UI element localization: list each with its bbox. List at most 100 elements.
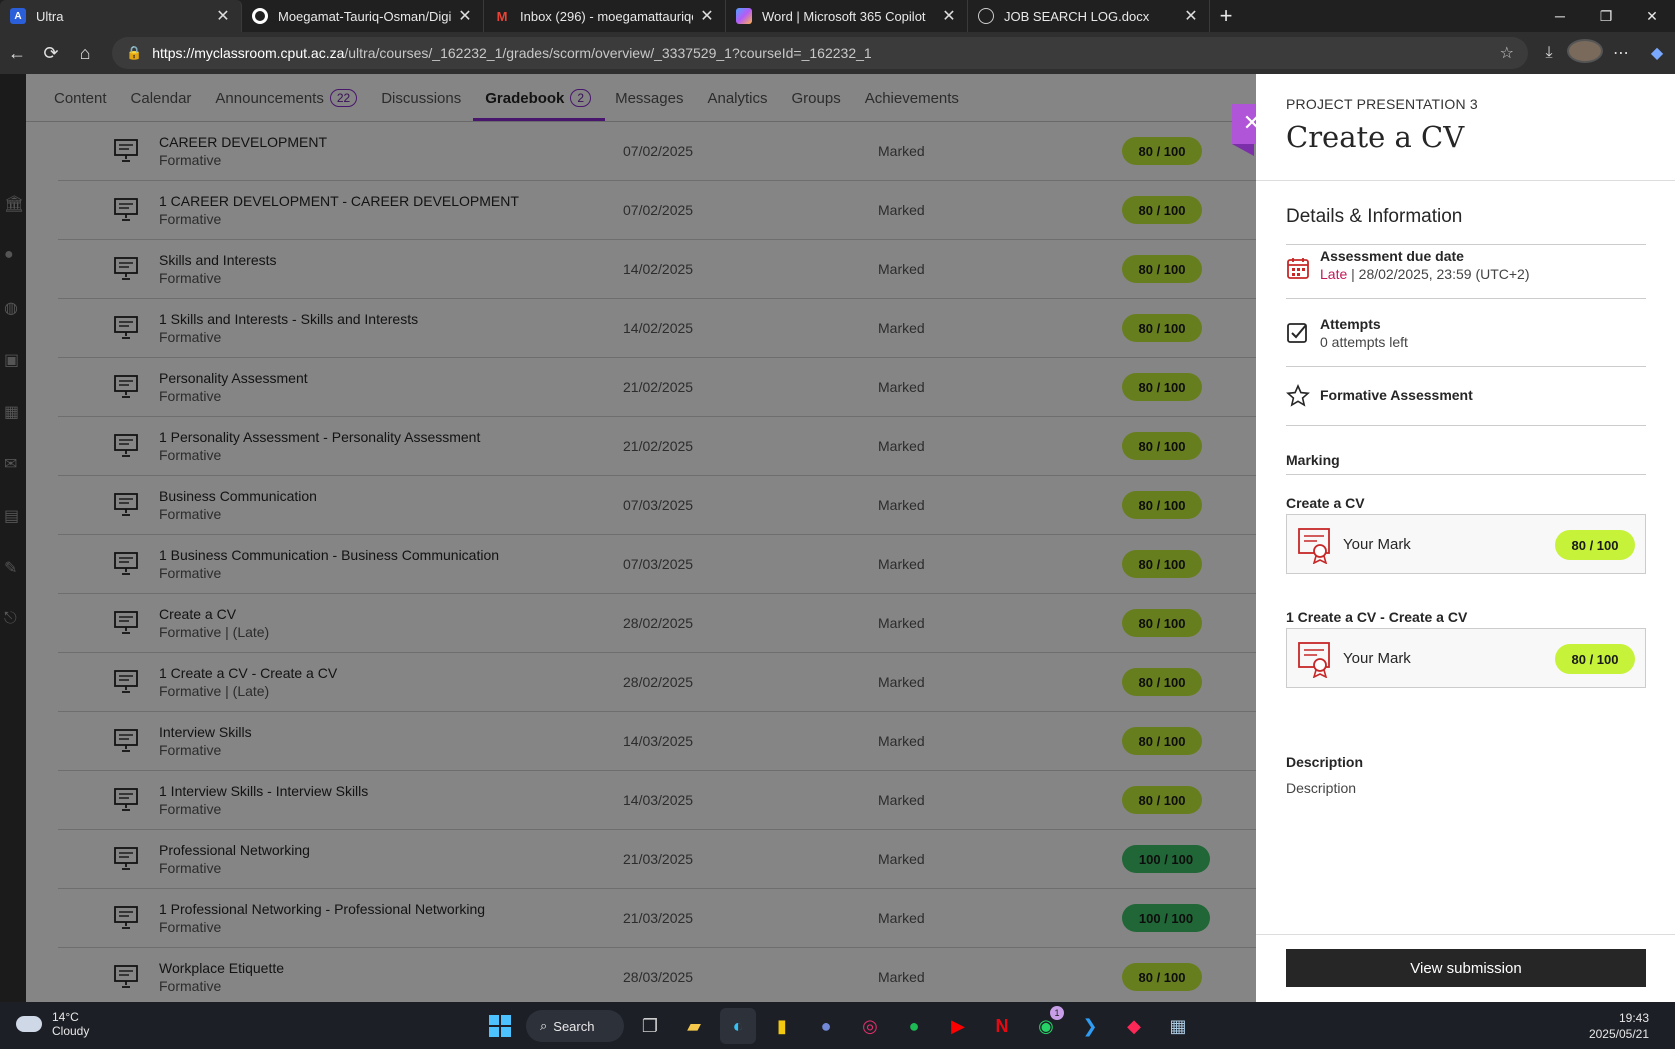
close-icon[interactable]: ✕ bbox=[215, 6, 231, 26]
weather-widget[interactable]: 14°C Cloudy bbox=[16, 1010, 89, 1038]
address-bar[interactable]: 🔒 https://myclassroom.cput.ac.za /ultra/… bbox=[112, 37, 1528, 69]
url-host: https://myclassroom.cput.ac.za bbox=[152, 45, 345, 61]
favorite-star-icon[interactable]: ☆ bbox=[1500, 43, 1514, 63]
tools-icon[interactable]: ✎ bbox=[4, 558, 24, 578]
windows-start-icon[interactable] bbox=[482, 1008, 518, 1044]
browser-tab-word[interactable]: Word | Microsoft 365 Copilot ✕ bbox=[726, 0, 968, 32]
vscode-icon[interactable]: ❯ bbox=[1072, 1008, 1108, 1044]
taskbar-apps: ⌕ Search ❐ ▰ ◐ ▮ ● ◎ ● ▶ N ◉ 1 ❯ ◆ ▦ bbox=[482, 1006, 1204, 1044]
instagram-icon[interactable]: ◎ bbox=[852, 1008, 888, 1044]
more-options-icon[interactable]: ⋯ bbox=[1603, 43, 1639, 63]
panel-title: Create a CV bbox=[1286, 120, 1465, 154]
clock-time: 19:43 bbox=[1618, 1011, 1649, 1025]
checkbox-icon bbox=[1287, 323, 1307, 343]
toolbar-right: ⤓ ⋯ ◆ bbox=[1531, 32, 1675, 74]
left-rail: 🏛 ● ◍ ▣ ▦ ✉ ▤ ✎ ⎋ bbox=[0, 74, 26, 1002]
your-mark-label: Your Mark bbox=[1343, 536, 1411, 553]
youtube-icon[interactable]: ▶ bbox=[940, 1008, 976, 1044]
divider bbox=[1286, 425, 1646, 426]
page-viewport: 🏛 ● ◍ ▣ ▦ ✉ ▤ ✎ ⎋ Content Calendar Annou… bbox=[0, 74, 1675, 1002]
temperature: 14°C bbox=[52, 1010, 79, 1024]
discord-icon[interactable]: ● bbox=[808, 1008, 844, 1044]
lock-icon[interactable]: 🔒 bbox=[126, 45, 142, 61]
url-path: /ultra/courses/_162232_1/grades/scorm/ov… bbox=[344, 45, 872, 61]
back-icon[interactable]: ← bbox=[0, 43, 34, 64]
browser-tab-github[interactable]: Moegamat-Tauriq-Osman/Digital ✕ bbox=[242, 0, 484, 32]
browser-tab-gmail[interactable]: M Inbox (296) - moegamattauriqosm ✕ bbox=[484, 0, 726, 32]
grades-icon[interactable]: ▤ bbox=[4, 506, 24, 526]
calendar-icon[interactable]: ▦ bbox=[4, 402, 24, 422]
star-icon bbox=[1286, 384, 1310, 407]
tab-title: Word | Microsoft 365 Copilot bbox=[762, 8, 926, 24]
due-date-label: Assessment due date bbox=[1320, 248, 1464, 264]
calendar-icon bbox=[1287, 258, 1309, 279]
grade-pill: 80 / 100 bbox=[1555, 530, 1635, 560]
sign-out-icon[interactable]: ⎋ bbox=[4, 610, 24, 630]
new-tab-button[interactable]: + bbox=[1210, 3, 1242, 29]
view-submission-button[interactable]: View submission bbox=[1286, 949, 1646, 987]
institution-icon[interactable]: 🏛 bbox=[4, 194, 24, 214]
edge-icon[interactable]: ◐ bbox=[720, 1008, 756, 1044]
netflix-icon[interactable]: N bbox=[984, 1008, 1020, 1044]
description-heading: Description bbox=[1286, 754, 1364, 770]
mark-heading: 1 Create a CV - Create a CV bbox=[1286, 609, 1468, 625]
spotify-icon[interactable]: ● bbox=[896, 1008, 932, 1044]
calculator-icon[interactable]: ▦ bbox=[1160, 1008, 1196, 1044]
globe-icon[interactable]: ◍ bbox=[4, 298, 24, 318]
formative-label: Formative Assessment bbox=[1320, 387, 1473, 403]
browser-tab-job-log[interactable]: JOB SEARCH LOG.docx ✕ bbox=[968, 0, 1210, 32]
cloud-icon bbox=[16, 1016, 42, 1032]
power-bi-icon[interactable]: ▮ bbox=[764, 1008, 800, 1044]
close-icon[interactable]: ✕ bbox=[941, 6, 957, 26]
divider bbox=[1286, 366, 1646, 367]
divider bbox=[1256, 934, 1675, 935]
modal-overlay[interactable] bbox=[26, 74, 1256, 1002]
globe-icon bbox=[978, 8, 994, 24]
window-controls: ─ ❐ ✕ bbox=[1537, 0, 1675, 32]
close-icon[interactable]: ✕ bbox=[1183, 6, 1199, 26]
mark-card[interactable]: Your Mark 80 / 100 bbox=[1286, 628, 1646, 688]
blackboard-icon: A bbox=[10, 8, 26, 24]
intellij-icon[interactable]: ◆ bbox=[1116, 1008, 1152, 1044]
description-text: Description bbox=[1286, 780, 1357, 796]
mark-card[interactable]: Your Mark 80 / 100 bbox=[1286, 514, 1646, 574]
search-icon: ⌕ bbox=[540, 1018, 548, 1033]
certificate-icon bbox=[1298, 528, 1330, 564]
weather-condition: Cloudy bbox=[52, 1024, 90, 1038]
tab-title: Inbox (296) - moegamattauriqosm bbox=[520, 8, 693, 24]
profile-avatar[interactable] bbox=[1567, 38, 1603, 68]
minimize-icon[interactable]: ─ bbox=[1537, 0, 1583, 32]
browser-tab-strip: A Ultra ✕ Moegamat-Tauriq-Osman/Digital … bbox=[0, 0, 1675, 32]
courses-icon[interactable]: ▣ bbox=[4, 350, 24, 370]
close-icon[interactable]: ✕ bbox=[457, 6, 473, 26]
divider bbox=[1286, 298, 1646, 299]
messages-icon[interactable]: ✉ bbox=[4, 454, 24, 474]
search-label: Search bbox=[553, 1018, 595, 1034]
clock-date: 2025/05/21 bbox=[1588, 1027, 1649, 1041]
your-mark-label: Your Mark bbox=[1343, 650, 1411, 667]
taskbar-search[interactable]: ⌕ Search bbox=[526, 1010, 624, 1042]
notification-badge: 1 bbox=[1050, 1006, 1064, 1020]
whatsapp-icon[interactable]: ◉ 1 bbox=[1028, 1006, 1064, 1044]
copilot-icon bbox=[736, 8, 752, 24]
task-view-icon[interactable]: ❐ bbox=[632, 1008, 668, 1044]
browser-tab-ultra[interactable]: A Ultra ✕ bbox=[0, 0, 242, 32]
home-icon[interactable]: ⌂ bbox=[68, 43, 102, 64]
attempts-label: Attempts bbox=[1320, 316, 1381, 332]
profile-icon[interactable]: ● bbox=[4, 246, 24, 266]
close-icon[interactable]: ✕ bbox=[699, 6, 715, 26]
due-date-value: Late | 28/02/2025, 23:59 (UTC+2) bbox=[1320, 266, 1530, 282]
copilot-icon[interactable]: ◆ bbox=[1639, 43, 1675, 63]
system-clock[interactable]: 19:43 2025/05/21 bbox=[1589, 1010, 1649, 1042]
tab-title: Ultra bbox=[36, 8, 64, 24]
file-explorer-icon[interactable]: ▰ bbox=[676, 1008, 712, 1044]
divider bbox=[1286, 474, 1646, 475]
download-icon[interactable]: ⤓ bbox=[1531, 44, 1567, 62]
refresh-icon[interactable]: ⟳ bbox=[34, 43, 68, 64]
details-heading: Details & Information bbox=[1286, 206, 1463, 227]
close-window-icon[interactable]: ✕ bbox=[1629, 0, 1675, 32]
restore-icon[interactable]: ❐ bbox=[1583, 0, 1629, 32]
github-icon bbox=[252, 8, 268, 24]
divider bbox=[1256, 180, 1675, 181]
due-date-text: | 28/02/2025, 23:59 (UTC+2) bbox=[1347, 266, 1530, 282]
